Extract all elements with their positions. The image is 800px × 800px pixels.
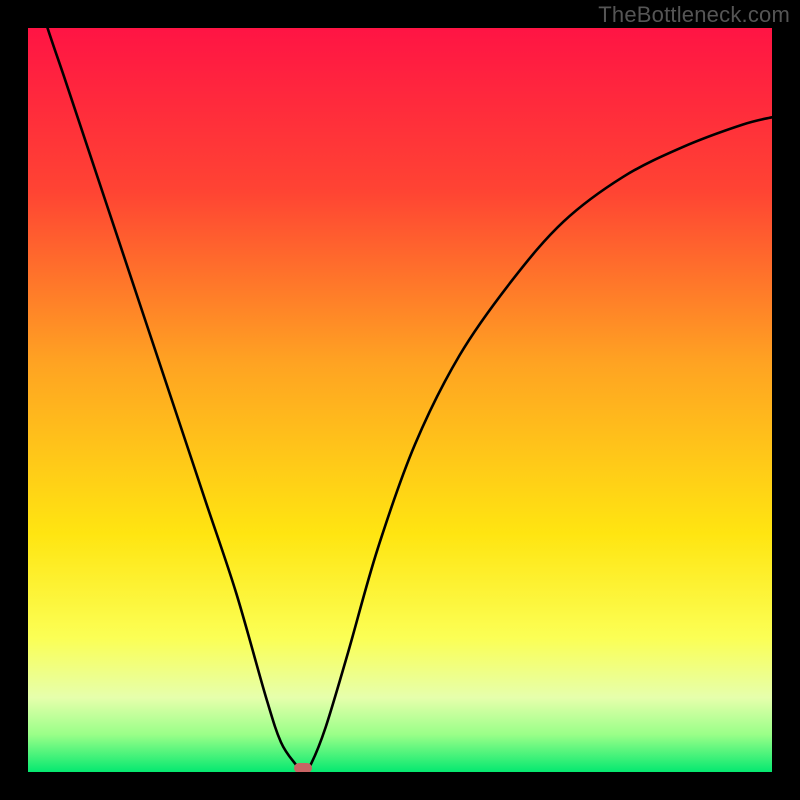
plot-area <box>28 28 772 772</box>
optimal-marker <box>294 763 312 772</box>
chart-frame: TheBottleneck.com <box>0 0 800 800</box>
watermark-text: TheBottleneck.com <box>598 2 790 28</box>
bottleneck-curve <box>28 28 772 772</box>
